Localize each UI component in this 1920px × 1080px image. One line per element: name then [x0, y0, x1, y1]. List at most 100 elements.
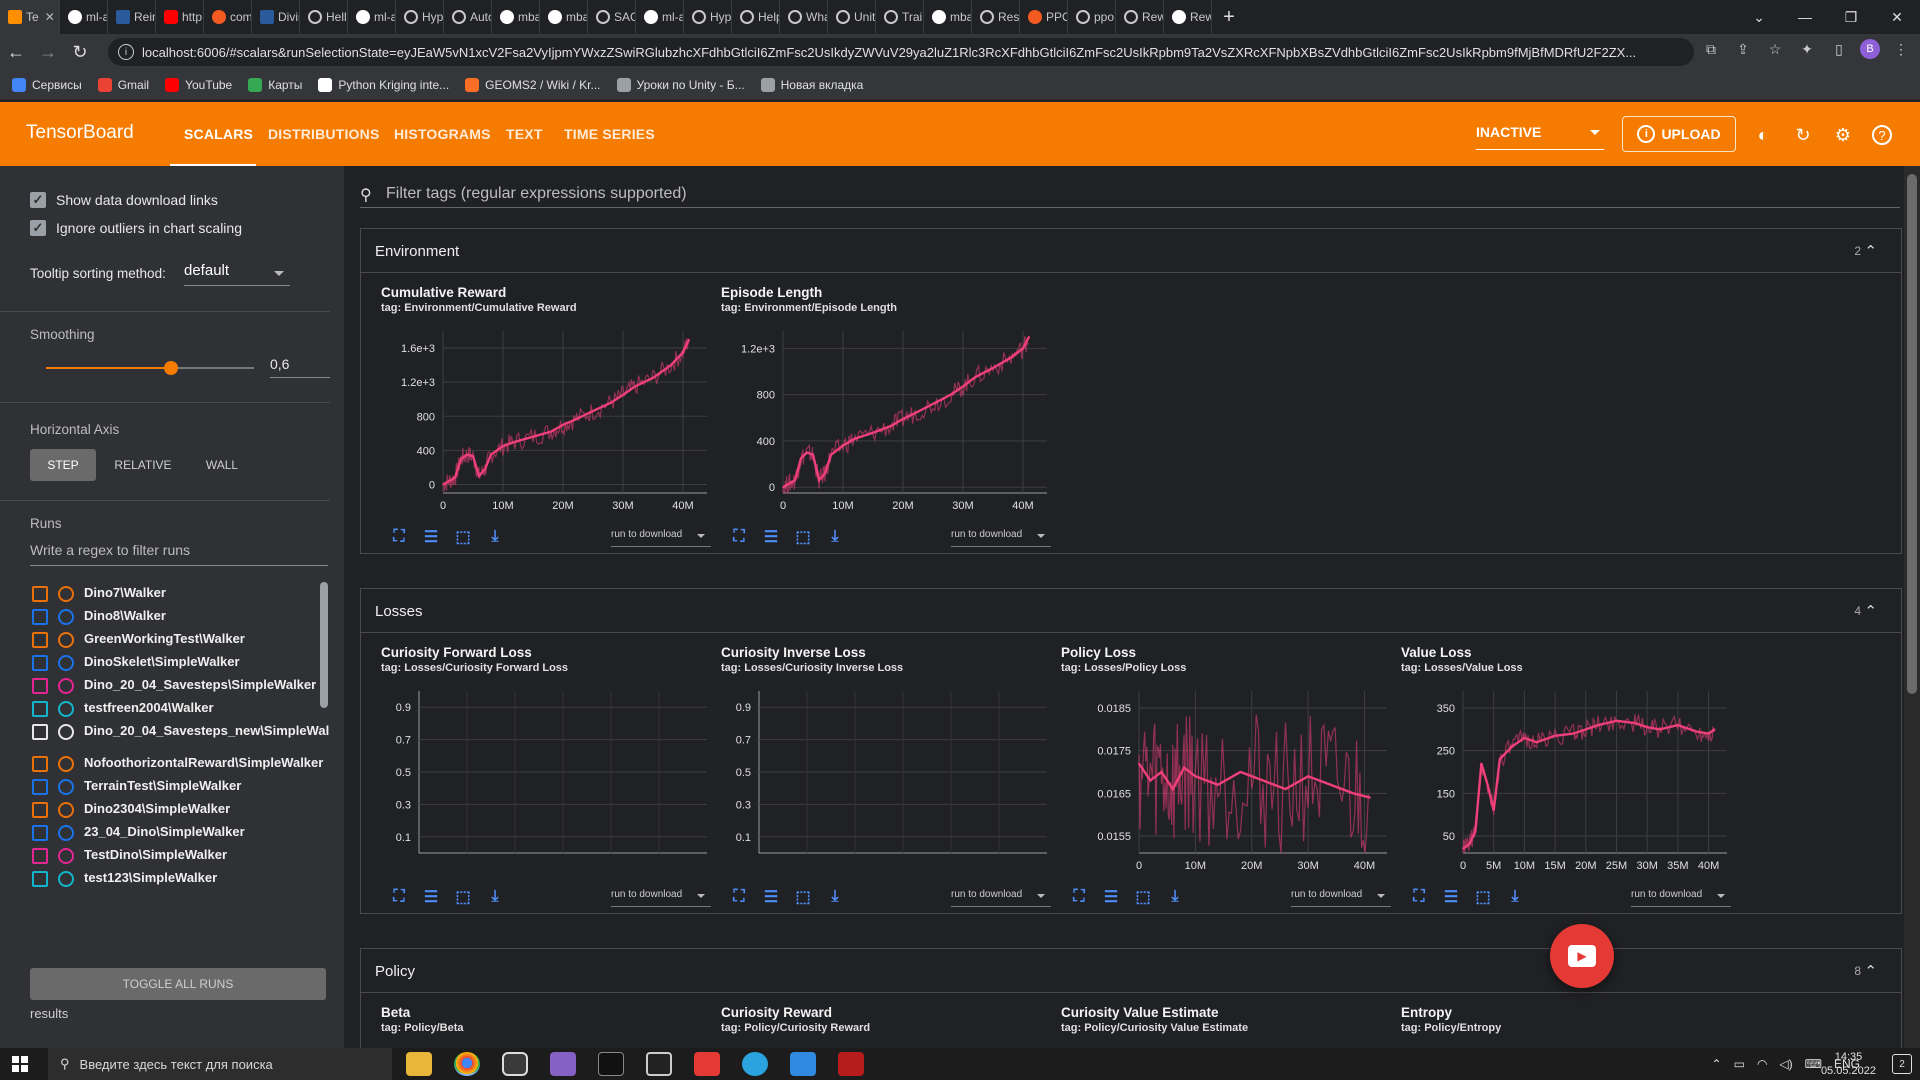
toggle-y-log-icon[interactable]: ☰	[1101, 887, 1121, 907]
run-item[interactable]: NofoothorizontalReward\SimpleWalker	[32, 752, 330, 776]
run-checkbox[interactable]	[32, 802, 48, 818]
extensions-icon[interactable]: ✦	[1796, 38, 1818, 60]
tooltip-sorting-select[interactable]: default	[184, 262, 290, 286]
run-item[interactable]: DinoSkelet\SimpleWalker	[32, 651, 330, 675]
settings-gear-icon[interactable]: ⚙	[1832, 124, 1854, 146]
browser-tab[interactable]: ml-a	[60, 0, 108, 34]
bookmark-item[interactable]: Gmail	[97, 77, 149, 92]
profile-avatar[interactable]: B	[1860, 39, 1880, 59]
chart-plot[interactable]: 0 400 800 1.2e+3 0 10M 20M 30M 40M	[721, 321, 1051, 511]
browser-tab[interactable]: Unity	[828, 0, 876, 34]
run-color-swatch[interactable]	[58, 871, 74, 887]
browser-tab[interactable]: Rew	[1164, 0, 1212, 34]
fit-domain-icon[interactable]: ⬚	[453, 887, 473, 907]
unity-editor-icon[interactable]	[646, 1052, 672, 1076]
theme-toggle-icon[interactable]: ◐	[1752, 124, 1774, 146]
browser-tab[interactable]: Auto	[444, 0, 492, 34]
run-item[interactable]: 23_04_Dino\SimpleWalker	[32, 821, 330, 845]
network-icon[interactable]: ◠	[1757, 1057, 1767, 1071]
browser-tab[interactable]: Rein	[108, 0, 156, 34]
fullscreen-icon[interactable]: ⛶	[1409, 887, 1429, 907]
chevron-up-icon[interactable]: ⌃	[1864, 602, 1877, 620]
vscode-icon[interactable]	[790, 1052, 816, 1076]
bookmark-item[interactable]: Python Kriging inte...	[318, 77, 449, 92]
tab-histograms[interactable]: HISTOGRAMS	[394, 126, 491, 142]
battery-icon[interactable]: ▭	[1734, 1057, 1745, 1071]
download-icon[interactable]: ⤓	[1505, 887, 1525, 907]
back-icon[interactable]: ←	[0, 36, 32, 68]
fit-domain-icon[interactable]: ⬚	[793, 887, 813, 907]
browser-tab[interactable]: Train	[876, 0, 924, 34]
run-item[interactable]: Dino8\Walker	[32, 605, 330, 629]
page-scrollbar[interactable]	[1904, 166, 1920, 1048]
run-checkbox[interactable]	[32, 825, 48, 841]
run-color-swatch[interactable]	[58, 632, 74, 648]
run-checkbox[interactable]	[32, 871, 48, 887]
terminal-icon[interactable]	[598, 1052, 624, 1076]
run-item[interactable]: TerrainTest\SimpleWalker	[32, 775, 330, 799]
bookmark-star-icon[interactable]: ☆	[1764, 38, 1786, 60]
restore-button[interactable]: ❐	[1828, 0, 1874, 34]
fullscreen-icon[interactable]: ⛶	[389, 527, 409, 547]
browser-tab[interactable]: ml-a	[348, 0, 396, 34]
toggle-y-log-icon[interactable]: ☰	[761, 527, 781, 547]
browser-tab[interactable]: mba	[540, 0, 588, 34]
browser-tab[interactable]: SAC	[588, 0, 636, 34]
chart-plot[interactable]: 50 150 250 350 0 5M 10M 15M 20M 25M 30M 35M 40M	[1401, 681, 1731, 871]
recorder-app-icon[interactable]	[694, 1052, 720, 1076]
run-to-download-select[interactable]: run to download	[1631, 889, 1731, 907]
chrome-taskbar-icon[interactable]	[454, 1052, 480, 1076]
close-window-button[interactable]: ✕	[1874, 0, 1920, 34]
run-checkbox[interactable]	[32, 724, 48, 740]
download-icon[interactable]: ⤓	[825, 887, 845, 907]
ignore-outliers-checkbox[interactable]: ✓	[30, 220, 46, 236]
chevron-up-icon[interactable]: ⌃	[1864, 242, 1877, 260]
browser-tab[interactable]: Wha	[780, 0, 828, 34]
run-checkbox[interactable]	[32, 701, 48, 717]
run-checkbox[interactable]	[32, 655, 48, 671]
translate-icon[interactable]: ⧉	[1700, 38, 1722, 60]
run-item[interactable]: Dino_20_04_Savesteps\SimpleWalker	[32, 674, 330, 698]
download-icon[interactable]: ⤓	[485, 527, 505, 547]
chart-plot[interactable]: 0.1 0.3 0.5 0.7 0.9	[381, 681, 711, 871]
run-to-download-select[interactable]: run to download	[951, 889, 1051, 907]
plugin-select[interactable]: INACTIVE	[1476, 124, 1604, 150]
run-item[interactable]: Dino_20_04_Savesteps_new\SimpleWalker	[32, 720, 330, 756]
group-header[interactable]: Policy 8 ⌃	[361, 949, 1901, 993]
tray-chevron-up-icon[interactable]: ⌃	[1712, 1057, 1722, 1071]
group-header[interactable]: Environment 2 ⌃	[361, 229, 1901, 273]
browser-tab[interactable]: com	[204, 0, 252, 34]
bookmark-item[interactable]: Карты	[248, 77, 302, 92]
run-item[interactable]: Dino7\Walker	[32, 582, 330, 606]
run-filter-input[interactable]: Write a regex to filter runs	[30, 542, 328, 566]
browser-tab[interactable]: Reso	[972, 0, 1020, 34]
chevron-up-icon[interactable]: ⌃	[1864, 962, 1877, 980]
minimize-button[interactable]: —	[1782, 0, 1828, 34]
file-explorer-icon[interactable]	[406, 1052, 432, 1076]
fullscreen-icon[interactable]: ⛶	[729, 887, 749, 907]
show-download-links-checkbox[interactable]: ✓	[30, 192, 46, 208]
browser-tab[interactable]: Help	[732, 0, 780, 34]
unity-hub-icon[interactable]	[502, 1052, 528, 1076]
tab-search-icon[interactable]: ⌄	[1736, 0, 1782, 34]
tensorboard-logo[interactable]: TensorBoard	[26, 122, 134, 144]
run-checkbox[interactable]	[32, 756, 48, 772]
browser-tab[interactable]: Divir	[252, 0, 300, 34]
taskbar-clock[interactable]: 14:35 05.05.2022	[1821, 1050, 1876, 1078]
fullscreen-icon[interactable]: ⛶	[389, 887, 409, 907]
run-color-swatch[interactable]	[58, 701, 74, 717]
bookmark-item[interactable]: YouTube	[165, 77, 232, 92]
browser-menu-icon[interactable]: ⋮	[1890, 38, 1912, 60]
download-icon[interactable]: ⤓	[825, 527, 845, 547]
help-icon[interactable]: ?	[1872, 125, 1892, 145]
axis-relative-button[interactable]: RELATIVE	[104, 449, 182, 481]
tag-filter-input[interactable]: ⚲ Filter tags (regular expressions suppo…	[360, 180, 1900, 208]
run-item[interactable]: testfreen2004\Walker	[32, 697, 330, 721]
browser-tab[interactable]: mba	[492, 0, 540, 34]
sidepanel-icon[interactable]: ▯	[1828, 38, 1850, 60]
toggle-y-log-icon[interactable]: ☰	[421, 527, 441, 547]
filezilla-icon[interactable]	[838, 1052, 864, 1076]
chart-plot[interactable]: 0 400 800 1.2e+3 1.6e+3 0 10M 20M 30M 40M	[381, 321, 711, 511]
fullscreen-icon[interactable]: ⛶	[729, 527, 749, 547]
run-to-download-select[interactable]: run to download	[951, 529, 1051, 547]
